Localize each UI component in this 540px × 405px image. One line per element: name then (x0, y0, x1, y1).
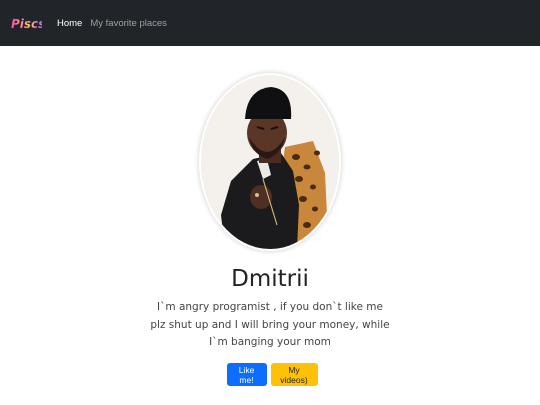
avatar-illustration (201, 75, 339, 249)
nav-favorite-places-link[interactable]: My favorite places (90, 18, 167, 29)
profile-avatar (201, 75, 339, 249)
brand-logo[interactable]: Piscs (11, 15, 42, 31)
nav-links: Home My favorite places (57, 18, 167, 29)
profile-name: Dmitrii (231, 266, 309, 292)
nav-home-link[interactable]: Home (57, 18, 82, 29)
brand-text: Piscs (11, 17, 42, 31)
avatar-photo (201, 75, 339, 249)
like-button[interactable]: Like me! (226, 363, 267, 386)
piscs-logo-icon: Piscs (11, 17, 42, 31)
profile-bio: I`m angry programist , if you don`t like… (150, 301, 390, 348)
action-buttons: Like me! My videos) (0, 363, 540, 386)
top-navbar: Piscs Home My favorite places (0, 0, 540, 46)
my-videos-button[interactable]: My videos) (270, 363, 318, 386)
